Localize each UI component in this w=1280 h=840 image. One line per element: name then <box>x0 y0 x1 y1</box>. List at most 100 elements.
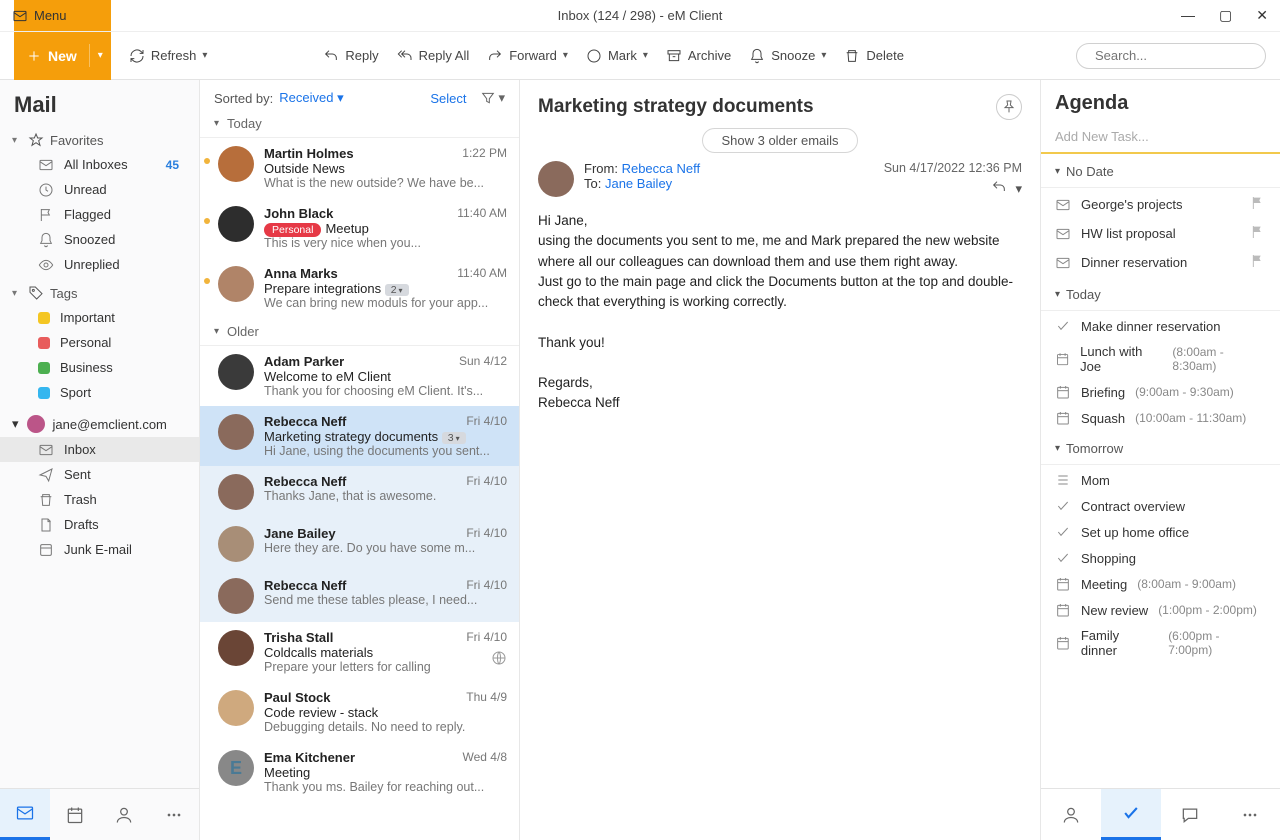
favorite-item[interactable]: Snoozed <box>0 227 199 252</box>
agenda-item[interactable]: George's projects <box>1041 190 1280 219</box>
pin-icon <box>1001 99 1017 115</box>
agenda-item[interactable]: Briefing(9:00am - 9:30am) <box>1041 379 1280 405</box>
badge-count: 45 <box>166 158 179 172</box>
message-item[interactable]: Rebecca NeffFri 4/10Thanks Jane, that is… <box>200 466 519 518</box>
folder-item[interactable]: Inbox <box>0 437 199 462</box>
close-button[interactable]: ✕ <box>1256 7 1268 24</box>
agenda-item[interactable]: Set up home office <box>1041 519 1280 545</box>
search-input[interactable] <box>1095 48 1271 63</box>
avatar <box>218 266 254 302</box>
agenda-item[interactable]: Shopping <box>1041 545 1280 571</box>
message-item[interactable]: Rebecca NeffFri 4/10Marketing strategy d… <box>200 406 519 466</box>
agenda-nav-chat[interactable] <box>1161 789 1221 840</box>
agenda-section-tomorrow[interactable]: Tomorrow <box>1041 431 1280 462</box>
agenda-nav-contacts[interactable] <box>1041 789 1101 840</box>
nav-calendar[interactable] <box>50 789 100 840</box>
group-header[interactable]: Older <box>200 318 519 346</box>
forward-icon <box>487 48 503 64</box>
filter-button[interactable] <box>480 90 505 106</box>
reply-button[interactable]: Reply <box>323 48 378 64</box>
delete-button[interactable]: Delete <box>844 48 904 64</box>
select-button[interactable]: Select <box>430 91 466 106</box>
favorites-section[interactable]: Favorites <box>0 124 199 152</box>
agenda-label: New review <box>1081 603 1148 618</box>
pin-button[interactable] <box>996 94 1022 120</box>
from-name[interactable]: Rebecca Neff <box>622 161 701 176</box>
sorted-by-value[interactable]: Received <box>279 90 343 106</box>
message-subject: PersonalMeetup <box>264 221 507 236</box>
mark-button[interactable]: Mark <box>586 48 648 64</box>
agenda-item[interactable]: Dinner reservation <box>1041 248 1280 277</box>
message-preview: Thank you ms. Bailey for reaching out... <box>264 780 507 794</box>
menu-button[interactable]: Menu <box>12 8 67 24</box>
check-icon <box>1055 498 1071 514</box>
agenda-item[interactable]: Meeting(8:00am - 9:00am) <box>1041 571 1280 597</box>
agenda-item[interactable]: HW list proposal <box>1041 219 1280 248</box>
message-sender: Ema Kitchener <box>264 750 355 765</box>
chat-icon <box>1180 805 1200 825</box>
tag-item[interactable]: Important <box>0 305 199 330</box>
forward-button[interactable]: Forward <box>487 48 568 64</box>
folder-item[interactable]: Sent <box>0 462 199 487</box>
message-item[interactable]: John Black11:40 AMPersonalMeetupThis is … <box>200 198 519 258</box>
message-item[interactable]: EEma KitchenerWed 4/8MeetingThank you ms… <box>200 742 519 802</box>
maximize-button[interactable]: ▢ <box>1219 7 1232 24</box>
message-item[interactable]: Rebecca NeffFri 4/10Send me these tables… <box>200 570 519 622</box>
favorite-item[interactable]: All Inboxes45 <box>0 152 199 177</box>
tag-item[interactable]: Personal <box>0 330 199 355</box>
message-item[interactable]: Paul StockThu 4/9Code review - stackDebu… <box>200 682 519 742</box>
nav-contacts[interactable] <box>100 789 150 840</box>
avatar: E <box>218 750 254 786</box>
folder-item[interactable]: Junk E-mail <box>0 537 199 562</box>
tag-pill: Personal <box>264 223 321 237</box>
agenda-nav-tasks[interactable] <box>1101 789 1161 840</box>
new-dropdown[interactable]: ▾ <box>89 44 111 67</box>
agenda-item[interactable]: Make dinner reservation <box>1041 313 1280 339</box>
chevron-down-icon <box>498 90 505 106</box>
folder-item[interactable]: Drafts <box>0 512 199 537</box>
favorite-item[interactable]: Unread <box>0 177 199 202</box>
snooze-button[interactable]: Snooze <box>749 48 826 64</box>
agenda-item[interactable]: Mom <box>1041 467 1280 493</box>
agenda-section-nodate[interactable]: No Date <box>1041 154 1280 185</box>
message-item[interactable]: Jane BaileyFri 4/10Here they are. Do you… <box>200 518 519 570</box>
agenda-label: Meeting <box>1081 577 1127 592</box>
agenda-item[interactable]: Contract overview <box>1041 493 1280 519</box>
archive-button[interactable]: Archive <box>666 48 731 64</box>
agenda-nav-more[interactable] <box>1220 789 1280 840</box>
tag-color <box>38 362 50 374</box>
reply-all-button[interactable]: Reply All <box>397 48 470 64</box>
folder-item[interactable]: Trash <box>0 487 199 512</box>
to-name[interactable]: Jane Bailey <box>605 176 672 191</box>
group-header[interactable]: Today <box>200 110 519 138</box>
agenda-item[interactable]: Lunch with Joe(8:00am - 8:30am) <box>1041 339 1280 379</box>
agenda-section-today[interactable]: Today <box>1041 277 1280 308</box>
message-item[interactable]: Anna Marks11:40 AMPrepare integrations 2… <box>200 258 519 318</box>
reply-quick-button[interactable] <box>991 179 1007 198</box>
agenda-time: (6:00pm - 7:00pm) <box>1168 629 1266 657</box>
minimize-button[interactable]: — <box>1181 7 1195 24</box>
agenda-item[interactable]: New review(1:00pm - 2:00pm) <box>1041 597 1280 623</box>
agenda-item[interactable]: Family dinner(6:00pm - 7:00pm) <box>1041 623 1280 663</box>
account-section[interactable]: jane@emclient.com <box>0 405 199 437</box>
tag-item[interactable]: Sport <box>0 380 199 405</box>
agenda-item[interactable]: Squash(10:00am - 11:30am) <box>1041 405 1280 431</box>
message-item[interactable]: Martin Holmes1:22 PMOutside NewsWhat is … <box>200 138 519 198</box>
search-box[interactable] <box>1076 43 1266 69</box>
refresh-button[interactable]: Refresh <box>129 48 208 64</box>
nav-mail[interactable] <box>0 789 50 840</box>
agenda-label: Shopping <box>1081 551 1136 566</box>
message-sender: Rebecca Neff <box>264 578 346 593</box>
plus-icon <box>26 48 42 64</box>
avatar <box>218 354 254 390</box>
message-item[interactable]: Adam ParkerSun 4/12Welcome to eM ClientT… <box>200 346 519 406</box>
nav-more[interactable] <box>149 789 199 840</box>
add-task-input[interactable]: Add New Task... <box>1041 123 1280 154</box>
reply-dropdown[interactable] <box>1015 181 1022 197</box>
favorite-item[interactable]: Flagged <box>0 202 199 227</box>
message-item[interactable]: Trisha StallFri 4/10Coldcalls materialsP… <box>200 622 519 682</box>
favorite-item[interactable]: Unreplied <box>0 252 199 277</box>
tags-section[interactable]: Tags <box>0 277 199 305</box>
show-older-button[interactable]: Show 3 older emails <box>702 128 857 153</box>
tag-item[interactable]: Business <box>0 355 199 380</box>
